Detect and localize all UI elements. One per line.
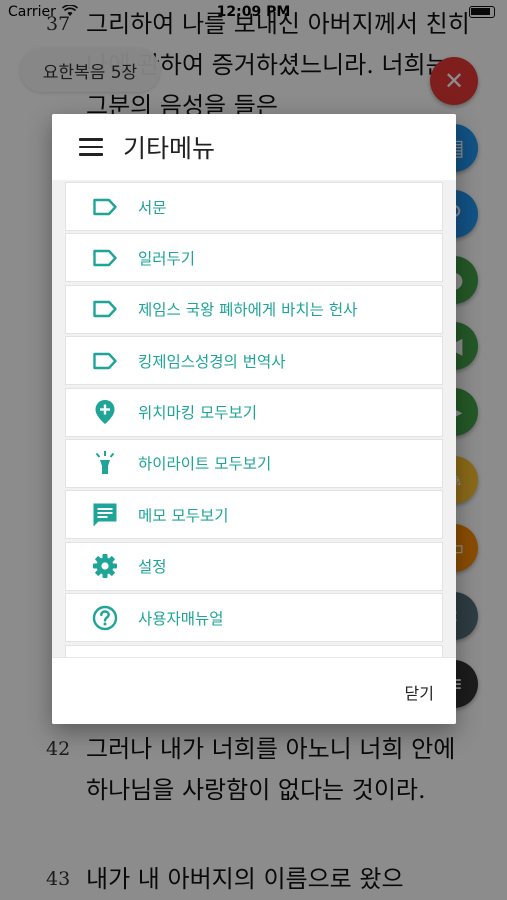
menu-item-highlights[interactable]: 하이라이트 모두보기 [65, 438, 443, 488]
menu-item-label: 위치마킹 모두보기 [138, 404, 258, 423]
menu-item-memos[interactable]: 메모 모두보기 [65, 490, 443, 540]
menu-item-label: 서문 [138, 198, 167, 217]
menu-item-dedication[interactable]: 제임스 국왕 폐하에게 바치는 헌사 [65, 284, 443, 334]
menu-item-label: 메모 모두보기 [138, 506, 229, 525]
menu-item-notes[interactable]: 일러두기 [65, 233, 443, 283]
dialog-menu-list[interactable]: 서문 일러두기 제임스 국왕 폐하에게 바치는 헌사 킹제임스성경의 번역사 위… [52, 180, 456, 657]
dialog-title: 기타메뉴 [123, 134, 216, 163]
label-outline-icon [92, 246, 118, 270]
menu-item-settings[interactable]: 설정 [65, 541, 443, 591]
location-add-icon [92, 400, 118, 425]
label-outline-icon [92, 297, 118, 321]
menu-item-label: 킹제임스성경의 번역사 [138, 352, 286, 371]
menu-item-preface[interactable]: 서문 [65, 182, 443, 231]
memo-icon [92, 503, 118, 527]
highlight-icon [92, 451, 118, 475]
menu-item-label: 하이라이트 모두보기 [138, 455, 272, 474]
extra-menu-dialog: 기타메뉴 서문 일러두기 제임스 국왕 폐하에게 바치는 헌사 킹제임스성경의 … [52, 114, 456, 724]
hamburger-icon [79, 137, 103, 157]
gear-icon [92, 554, 118, 579]
dialog-header: 기타메뉴 [52, 114, 456, 180]
menu-item-location-marks[interactable]: 위치마킹 모두보기 [65, 387, 443, 437]
menu-item-label: 제임스 국왕 폐하에게 바치는 헌사 [138, 301, 358, 320]
menu-item-user-manual[interactable]: 사용자매뉴얼 [65, 593, 443, 643]
label-outline-icon [92, 349, 118, 373]
menu-item-label: 사용자매뉴얼 [138, 609, 224, 628]
close-button[interactable]: 닫기 [405, 680, 434, 704]
label-outline-icon [92, 195, 118, 219]
menu-item-translation-history[interactable]: 킹제임스성경의 번역사 [65, 336, 443, 386]
dialog-footer: 닫기 [52, 657, 456, 724]
menu-item-label: 일러두기 [138, 249, 196, 268]
menu-item-label: 설정 [138, 558, 167, 577]
help-icon [92, 605, 118, 630]
menu-item-partial[interactable] [65, 644, 443, 657]
